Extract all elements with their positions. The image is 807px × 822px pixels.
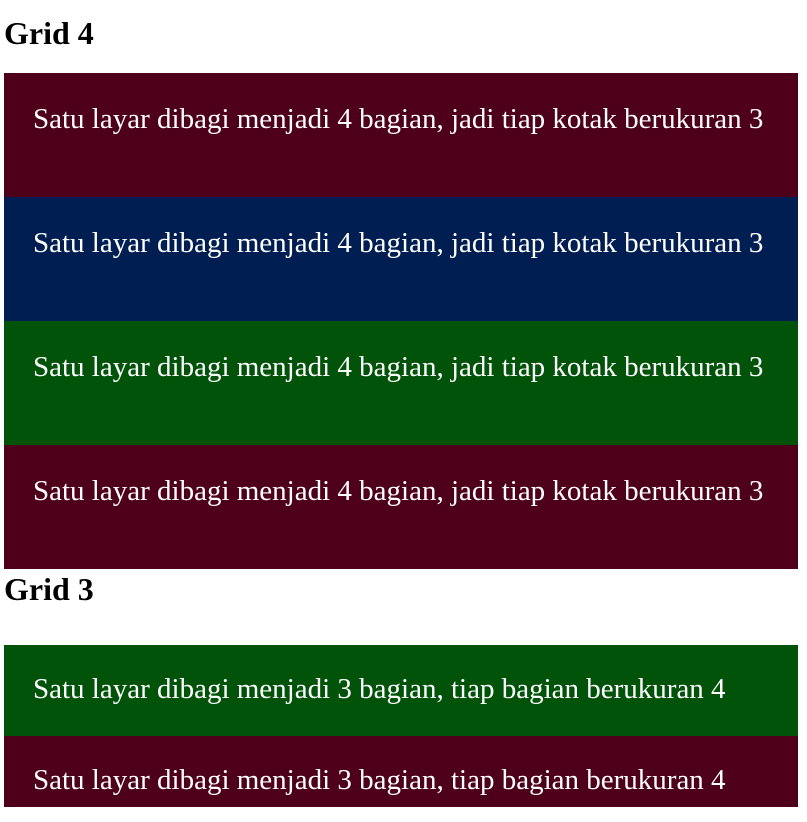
grid4-box-4: Satu layar dibagi menjadi 4 bagian, jadi… bbox=[4, 445, 798, 569]
grid4-heading: Grid 4 bbox=[4, 15, 94, 51]
grid4-box-3: Satu layar dibagi menjadi 4 bagian, jadi… bbox=[4, 321, 798, 445]
grid3-box-1: Satu layar dibagi menjadi 3 bagian, tiap… bbox=[4, 645, 798, 736]
grid4-container: Satu layar dibagi menjadi 4 bagian, jadi… bbox=[4, 73, 798, 569]
grid4-box-2: Satu layar dibagi menjadi 4 bagian, jadi… bbox=[4, 197, 798, 321]
page-content: Grid 4 Satu layar dibagi menjadi 4 bagia… bbox=[0, 0, 807, 807]
grid3-box-2: Satu layar dibagi menjadi 3 bagian, tiap… bbox=[4, 736, 798, 807]
grid3-container: Satu layar dibagi menjadi 3 bagian, tiap… bbox=[4, 645, 798, 807]
grid4-box-1: Satu layar dibagi menjadi 4 bagian, jadi… bbox=[4, 73, 798, 197]
grid3-heading: Grid 3 bbox=[4, 571, 94, 607]
